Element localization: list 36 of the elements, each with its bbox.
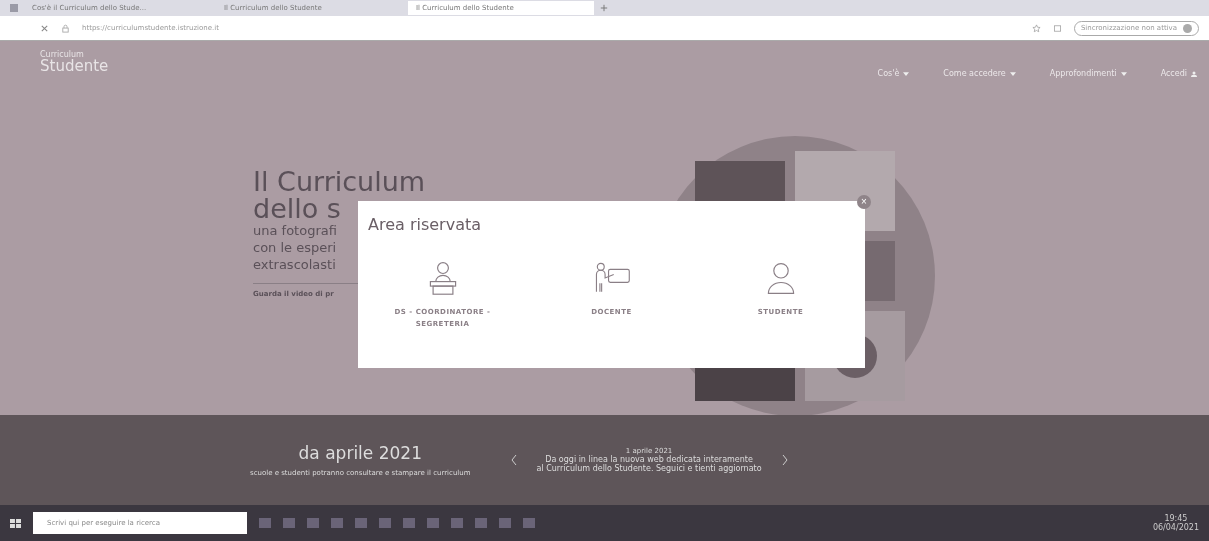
news-text: al Curriculum dello Studente. Seguici e tienti aggiornato: [536, 464, 762, 473]
logo-text[interactable]: Studente: [40, 59, 109, 74]
hero-text: una fotografi: [253, 222, 337, 239]
taskbar-app-icon[interactable]: [451, 518, 463, 528]
taskbar-app-icon[interactable]: [283, 518, 295, 528]
taskbar-app-icon[interactable]: [259, 518, 271, 528]
plus-icon[interactable]: [600, 4, 608, 12]
nav-link[interactable]: Accedi: [1160, 69, 1197, 78]
taskbar-app-icon[interactable]: [475, 518, 487, 528]
taskbar-app-icon[interactable]: [499, 518, 511, 528]
dialog-title: Area riservata: [367, 215, 483, 234]
nav-link[interactable]: Cos'è: [877, 69, 910, 78]
taskbar-app-icon[interactable]: [307, 518, 319, 528]
clock-date: 06/04/2021: [1152, 523, 1199, 532]
close-icon[interactable]: [40, 23, 49, 33]
hero-text: extrascolasti: [253, 256, 336, 273]
news-text: Da oggi in linea la nuova web dedicata interamente: [545, 455, 753, 464]
taskbar-app-icon[interactable]: [379, 518, 391, 528]
clock-time: 19:45: [1164, 514, 1188, 523]
taskbar-app-icon[interactable]: [523, 518, 535, 528]
band-title: da aprile 2021: [298, 443, 422, 463]
taskbar-app-icon[interactable]: [427, 518, 439, 528]
lock-icon: [61, 23, 70, 33]
nav-link[interactable]: Approfondimenti: [1049, 69, 1127, 78]
star-icon[interactable]: [1031, 23, 1041, 33]
hero-title: Il Curriculum: [253, 168, 426, 195]
taskbar-app-icon[interactable]: [331, 518, 343, 528]
nav-link[interactable]: Come accedere: [943, 69, 1016, 78]
user-icon: [1191, 70, 1197, 77]
hero-text: con le esperi: [253, 239, 337, 256]
windows-logo-icon[interactable]: [10, 517, 21, 529]
logo-text[interactable]: Curriculum: [40, 51, 109, 59]
hero-title: dello s: [253, 195, 341, 222]
close-button[interactable]: ×: [857, 195, 871, 209]
taskbar-app-icon[interactable]: [355, 518, 367, 528]
taskbar-app-icon[interactable]: [403, 518, 415, 528]
